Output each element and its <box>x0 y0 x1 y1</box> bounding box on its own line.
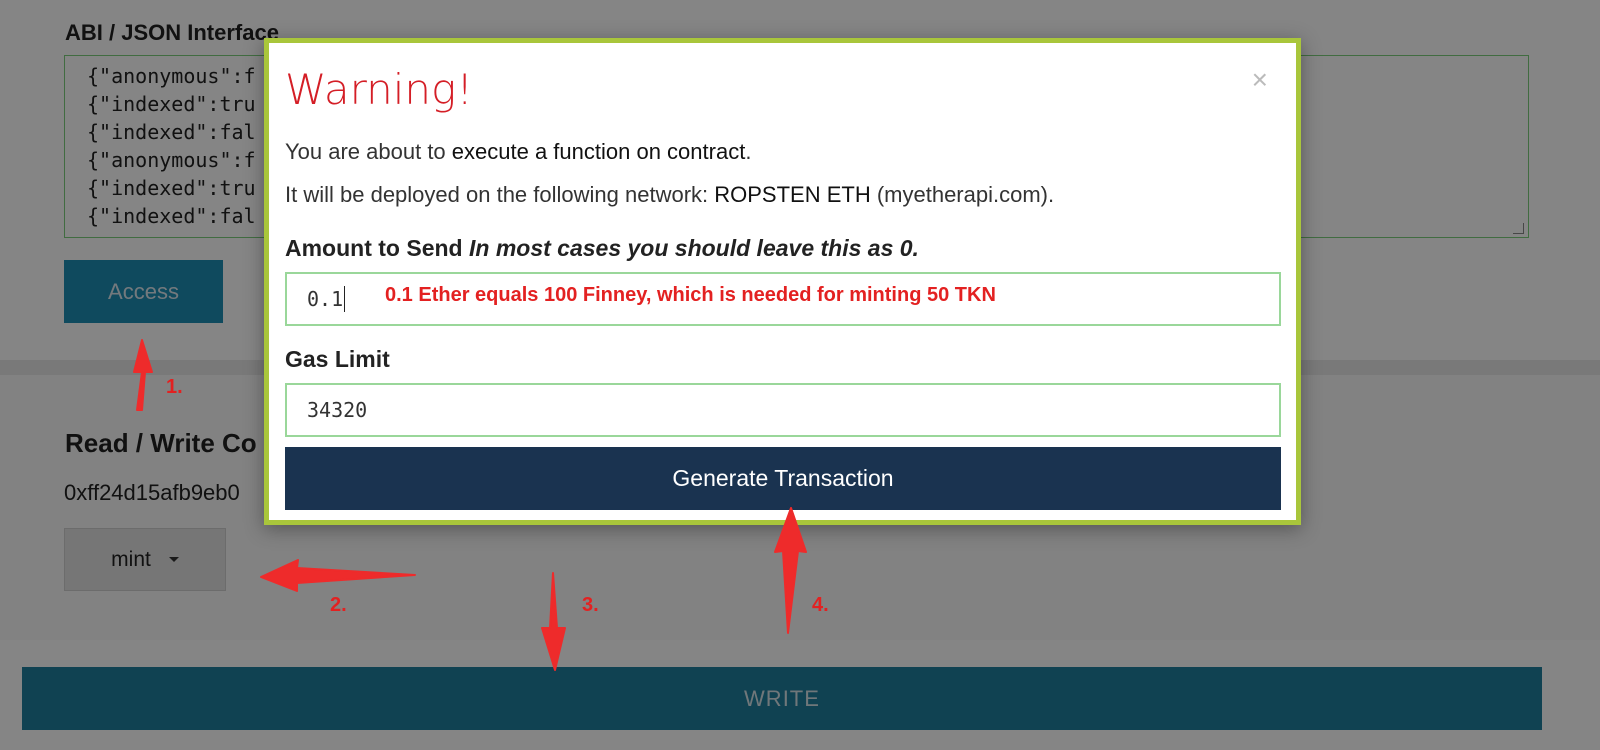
generate-transaction-button[interactable]: Generate Transaction <box>285 447 1281 510</box>
modal-title: Warning! <box>285 65 474 114</box>
page: ABI / JSON Interface {"anonymous":f {"in… <box>0 0 1600 750</box>
gas-limit-label: Gas Limit <box>285 346 390 372</box>
amount-hint: In most cases you should leave this as 0… <box>468 235 919 261</box>
step-label-4: 4. <box>812 594 829 616</box>
text-cursor <box>344 286 346 312</box>
amount-label-text: Amount to Send <box>285 235 463 261</box>
warning-modal: Warning! × You are about to execute a fu… <box>264 38 1301 525</box>
modal-message-text: You are about to <box>285 139 452 164</box>
step-label-3: 3. <box>582 594 599 616</box>
modal-message-text: (myetherapi.com). <box>870 182 1055 207</box>
modal-message-text: It will be deployed on the following net… <box>285 182 715 207</box>
modal-message-strong: execute a function on contract <box>451 139 746 164</box>
modal-message-action: You are about to execute a function on c… <box>285 139 751 165</box>
step-label-1: 1. <box>166 376 183 398</box>
step-label-2: 2. <box>330 594 347 616</box>
amount-label: Amount to Send In most cases you should … <box>285 235 919 262</box>
close-icon[interactable]: × <box>1246 63 1274 97</box>
modal-message-network: It will be deployed on the following net… <box>285 182 1054 208</box>
gas-limit-value: 34320 <box>307 398 368 422</box>
amount-value: 0.1 <box>307 287 344 311</box>
network-name: ROPSTEN ETH <box>714 182 871 207</box>
gas-limit-input[interactable]: 34320 <box>285 383 1281 437</box>
annotation-note: 0.1 Ether equals 100 Finney, which is ne… <box>385 284 996 306</box>
modal-message-text: . <box>745 139 752 164</box>
